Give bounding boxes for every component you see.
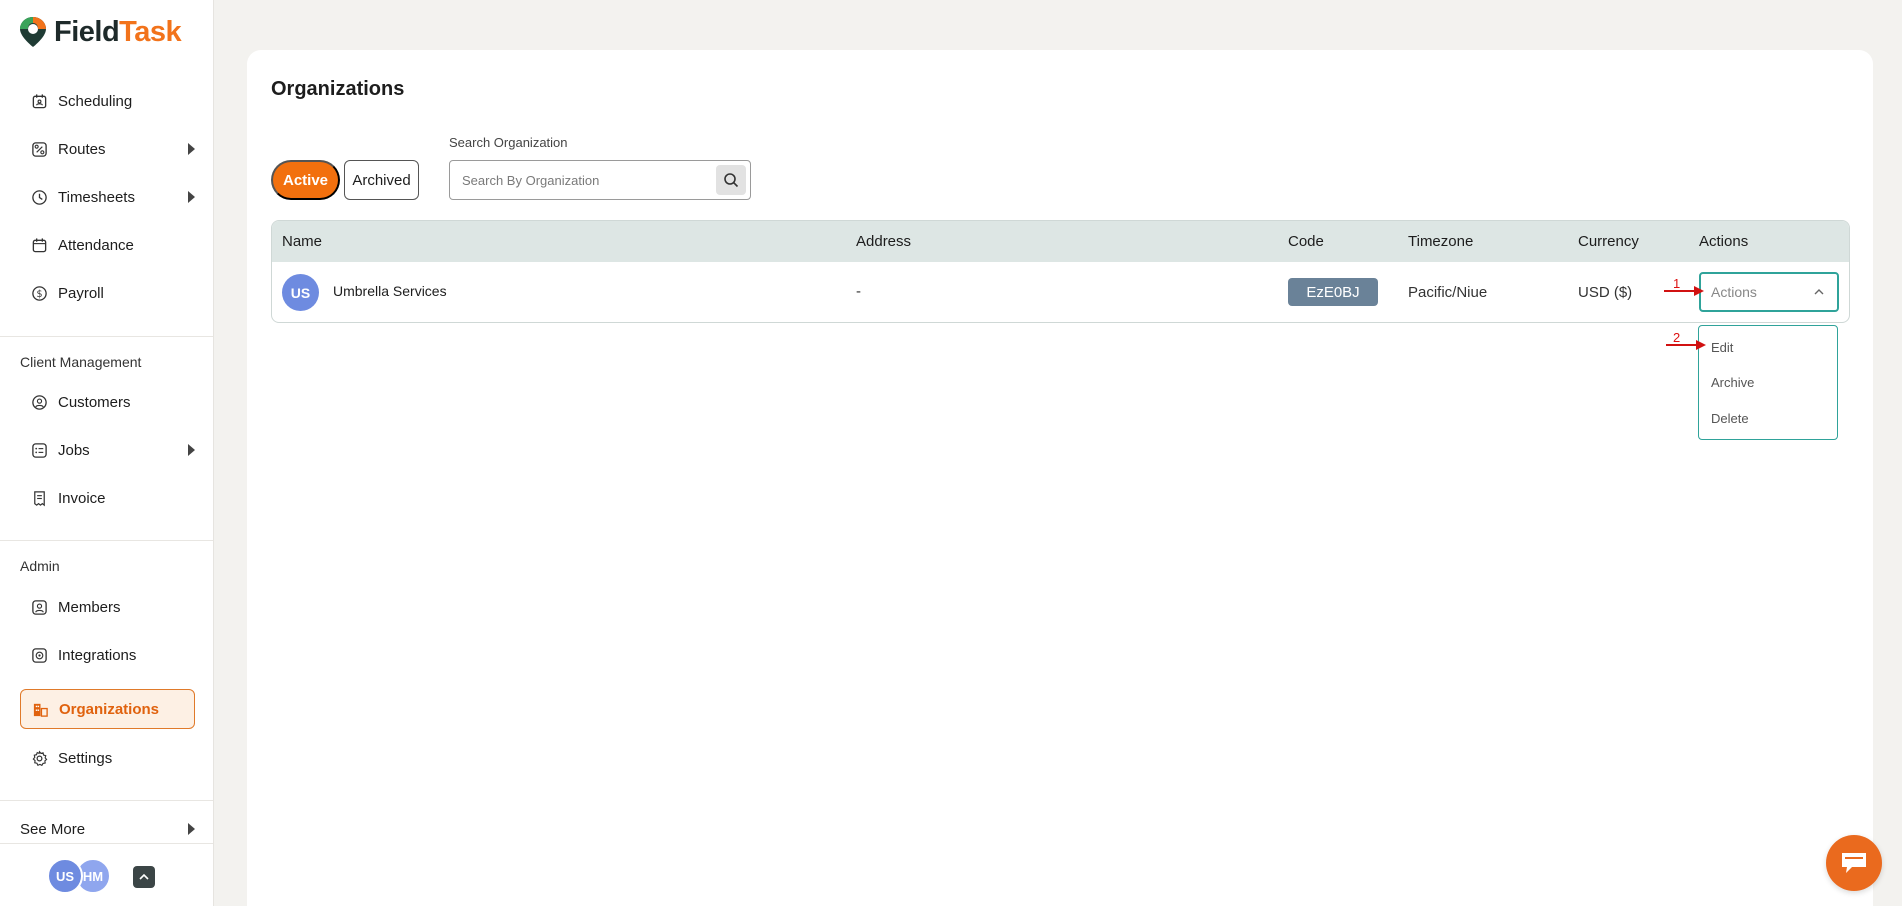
sidebar-item-routes[interactable]: Routes	[20, 131, 195, 167]
sidebar-item-label: Members	[58, 598, 121, 616]
building-icon	[31, 700, 49, 718]
sidebar-divider	[0, 800, 213, 801]
annotation-arrow-1-icon	[1664, 286, 1704, 296]
sidebar-item-settings[interactable]: Settings	[20, 740, 195, 776]
logo-text-field: Field	[54, 15, 120, 48]
caret-right-icon	[188, 444, 195, 456]
menu-item-archive[interactable]: Archive	[1711, 375, 1754, 390]
organization-currency: USD ($)	[1578, 284, 1633, 301]
sidebar-item-jobs[interactable]: Jobs	[20, 432, 195, 468]
dollar-icon: $	[30, 284, 48, 302]
search-input[interactable]	[462, 170, 702, 190]
integrations-icon	[30, 646, 48, 664]
tab-active[interactable]: Active	[271, 160, 340, 200]
actions-select-value: Actions	[1711, 284, 1757, 300]
organization-name[interactable]: Umbrella Services	[333, 283, 447, 299]
sidebar-item-label: Integrations	[58, 646, 137, 664]
organization-address: -	[856, 283, 861, 300]
sidebar-item-timesheets[interactable]: Timesheets	[20, 179, 195, 215]
caret-right-icon	[188, 191, 195, 203]
collapse-button[interactable]	[133, 866, 155, 888]
page-title: Organizations	[271, 78, 405, 100]
organizations-table: Name Address Code Timezone Currency Acti…	[271, 220, 1850, 323]
sidebar-item-label: Timesheets	[58, 188, 135, 206]
section-label-client-management: Client Management	[20, 354, 142, 370]
svg-text:$: $	[36, 288, 42, 299]
sidebar-item-label: Organizations	[59, 700, 160, 718]
search-button[interactable]	[716, 165, 746, 195]
logo-text-task: Task	[119, 15, 182, 48]
section-label-admin: Admin	[20, 558, 60, 574]
sidebar-item-label: Jobs	[58, 441, 90, 459]
calendar-icon	[30, 92, 48, 110]
organization-code-badge: EzE0BJ	[1288, 278, 1378, 306]
sidebar-item-integrations[interactable]: Integrations	[20, 637, 195, 673]
sidebar-item-label: Customers	[58, 393, 131, 411]
column-header-name: Name	[282, 233, 323, 250]
menu-item-delete[interactable]: Delete	[1711, 411, 1749, 426]
sidebar-item-label: Payroll	[58, 284, 104, 302]
caret-right-icon	[188, 823, 195, 835]
column-header-currency: Currency	[1578, 233, 1639, 250]
sidebar-item-organizations[interactable]: Organizations	[20, 689, 195, 729]
caret-right-icon	[188, 143, 195, 155]
column-header-address: Address	[856, 233, 912, 250]
user-circle-icon	[30, 393, 48, 411]
annotation-arrow-2-icon	[1666, 340, 1706, 350]
chevron-up-icon	[139, 873, 149, 880]
sidebar-item-attendance[interactable]: Attendance	[20, 227, 195, 263]
sidebar-item-label: Attendance	[58, 236, 134, 254]
receipt-icon	[30, 489, 48, 507]
sidebar-item-label: Invoice	[58, 489, 106, 507]
sidebar-item-customers[interactable]: Customers	[20, 384, 195, 420]
menu-item-edit[interactable]: Edit	[1711, 340, 1733, 355]
actions-select[interactable]: Actions	[1699, 272, 1839, 312]
organization-timezone: Pacific/Niue	[1408, 284, 1488, 301]
sidebar-divider	[0, 540, 213, 541]
sidebar: FieldTask Scheduling Routes Timesheets A…	[0, 0, 214, 906]
column-header-actions: Actions	[1699, 233, 1749, 250]
search-field	[449, 160, 751, 200]
search-label: Search Organization	[449, 135, 568, 150]
tab-archived[interactable]: Archived	[344, 160, 419, 200]
table-header: Name Address Code Timezone Currency Acti…	[272, 221, 1849, 262]
search-icon	[724, 173, 739, 188]
see-more-toggle[interactable]: See More	[20, 817, 195, 841]
column-header-code: Code	[1288, 233, 1324, 250]
see-more-label: See More	[20, 820, 86, 838]
list-icon	[30, 441, 48, 459]
sidebar-item-invoice[interactable]: Invoice	[20, 480, 195, 516]
chat-icon	[1842, 853, 1866, 873]
location-pin-logo-icon	[20, 17, 46, 47]
members-icon	[30, 598, 48, 616]
organization-avatar: US	[282, 274, 319, 311]
sidebar-item-label: Settings	[58, 749, 113, 767]
gear-icon	[30, 749, 48, 767]
sidebar-item-payroll[interactable]: $ Payroll	[20, 275, 195, 311]
chat-support-button[interactable]	[1826, 835, 1882, 891]
column-header-timezone: Timezone	[1408, 233, 1474, 250]
user-avatar-us[interactable]: US	[47, 858, 83, 894]
route-icon	[30, 140, 48, 158]
sidebar-item-members[interactable]: Members	[20, 589, 195, 625]
sidebar-divider	[0, 843, 213, 844]
clock-icon	[30, 188, 48, 206]
app-logo[interactable]: FieldTask	[18, 14, 182, 50]
attendance-calendar-icon	[30, 236, 48, 254]
sidebar-divider	[0, 336, 213, 337]
sidebar-item-label: Routes	[58, 140, 106, 158]
actions-dropdown-menu: Edit Archive Delete	[1698, 325, 1838, 440]
sidebar-item-scheduling[interactable]: Scheduling	[20, 83, 195, 119]
chevron-up-icon	[1814, 289, 1824, 295]
sidebar-item-label: Scheduling	[58, 92, 133, 110]
